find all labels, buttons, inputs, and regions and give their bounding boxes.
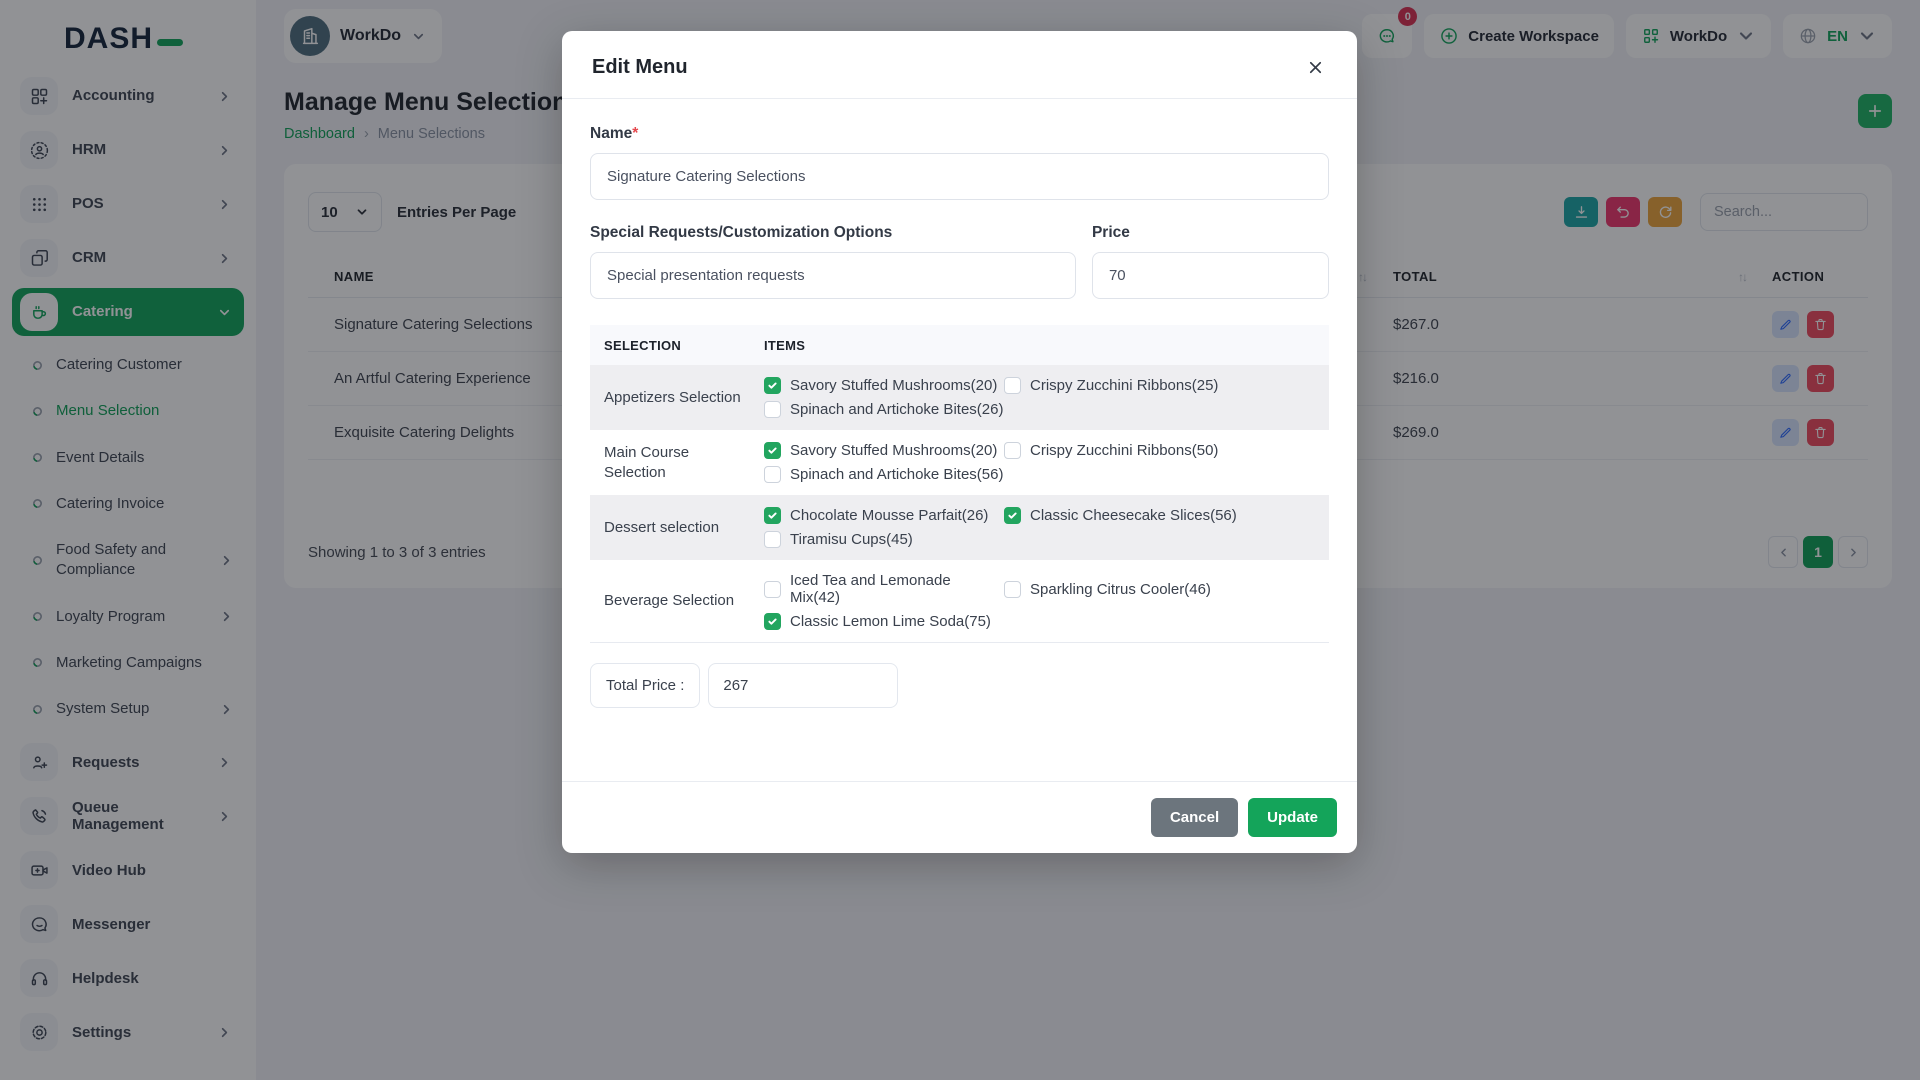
selection-table: SELECTION ITEMS Appetizers SelectionSavo… bbox=[590, 325, 1329, 643]
name-label-text: Name bbox=[590, 125, 632, 142]
menu-item-label: Spinach and Artichoke Bites(56) bbox=[790, 466, 1003, 483]
selection-name: Main Course Selection bbox=[604, 443, 764, 482]
update-button[interactable]: Update bbox=[1248, 798, 1337, 837]
selection-name: Appetizers Selection bbox=[604, 388, 764, 408]
required-asterisk: * bbox=[632, 125, 638, 142]
menu-item-option-crispy-zucchini-ribbons-25[interactable]: Crispy Zucchini Ribbons(25) bbox=[1004, 377, 1329, 394]
menu-item-option-sparkling-citrus-cooler-46[interactable]: Sparkling Citrus Cooler(46) bbox=[1004, 572, 1329, 606]
menu-item-label: Tiramisu Cups(45) bbox=[790, 531, 913, 548]
menu-item-checkbox[interactable] bbox=[764, 613, 781, 630]
menu-item-option-classic-cheesecake-slices-56[interactable]: Classic Cheesecake Slices(56) bbox=[1004, 507, 1329, 524]
menu-item-checkbox[interactable] bbox=[764, 466, 781, 483]
items-column-header: ITEMS bbox=[764, 338, 1329, 353]
selection-row-dessert-selection: Dessert selectionChocolate Mousse Parfai… bbox=[590, 495, 1329, 560]
special-requests-field[interactable] bbox=[590, 252, 1076, 299]
menu-item-label: Savory Stuffed Mushrooms(20) bbox=[790, 377, 997, 394]
menu-item-label: Sparkling Citrus Cooler(46) bbox=[1030, 581, 1211, 598]
selection-column-header: SELECTION bbox=[604, 338, 764, 353]
menu-item-checkbox[interactable] bbox=[764, 377, 781, 394]
menu-item-option-savory-stuffed-mushrooms-20[interactable]: Savory Stuffed Mushrooms(20) bbox=[764, 442, 1004, 459]
menu-item-option-iced-tea-and-lemonade-mix-42[interactable]: Iced Tea and Lemonade Mix(42) bbox=[764, 572, 1004, 606]
close-icon[interactable] bbox=[1304, 56, 1327, 79]
items-grid: Savory Stuffed Mushrooms(20) Crispy Zucch… bbox=[764, 442, 1329, 483]
selection-row-beverage-selection: Beverage SelectionIced Tea and Lemonade … bbox=[590, 560, 1329, 642]
menu-item-checkbox[interactable] bbox=[764, 531, 781, 548]
items-grid: Savory Stuffed Mushrooms(20) Crispy Zucch… bbox=[764, 377, 1329, 418]
menu-item-option-spinach-and-artichoke-bites-56[interactable]: Spinach and Artichoke Bites(56) bbox=[764, 466, 1004, 483]
menu-item-option-tiramisu-cups-45[interactable]: Tiramisu Cups(45) bbox=[764, 531, 1004, 548]
menu-item-option-crispy-zucchini-ribbons-50[interactable]: Crispy Zucchini Ribbons(50) bbox=[1004, 442, 1329, 459]
menu-item-label: Spinach and Artichoke Bites(26) bbox=[790, 401, 1003, 418]
total-price-field[interactable] bbox=[708, 663, 898, 708]
menu-item-label: Classic Cheesecake Slices(56) bbox=[1030, 507, 1237, 524]
selection-row-main-course-selection: Main Course SelectionSavory Stuffed Mush… bbox=[590, 430, 1329, 495]
menu-item-checkbox[interactable] bbox=[1004, 507, 1021, 524]
menu-item-label: Crispy Zucchini Ribbons(25) bbox=[1030, 377, 1218, 394]
selection-row-appetizers-selection: Appetizers SelectionSavory Stuffed Mushr… bbox=[590, 365, 1329, 430]
selection-name: Beverage Selection bbox=[604, 591, 764, 611]
menu-item-checkbox[interactable] bbox=[764, 507, 781, 524]
menu-item-checkbox[interactable] bbox=[764, 401, 781, 418]
name-field[interactable] bbox=[590, 153, 1329, 200]
menu-item-checkbox[interactable] bbox=[1004, 442, 1021, 459]
menu-item-label: Iced Tea and Lemonade Mix(42) bbox=[790, 572, 1004, 606]
name-label: Name* bbox=[590, 125, 1329, 143]
menu-item-option-savory-stuffed-mushrooms-20[interactable]: Savory Stuffed Mushrooms(20) bbox=[764, 377, 1004, 394]
modal-title: Edit Menu bbox=[592, 56, 688, 79]
edit-menu-modal: Edit Menu Name* Special Requests/Customi… bbox=[562, 31, 1357, 853]
menu-item-option-chocolate-mousse-parfait-26[interactable]: Chocolate Mousse Parfait(26) bbox=[764, 507, 1004, 524]
items-grid: Iced Tea and Lemonade Mix(42) Sparkling C… bbox=[764, 572, 1329, 630]
price-label: Price bbox=[1092, 224, 1329, 242]
menu-item-option-spinach-and-artichoke-bites-26[interactable]: Spinach and Artichoke Bites(26) bbox=[764, 401, 1004, 418]
menu-item-label: Crispy Zucchini Ribbons(50) bbox=[1030, 442, 1218, 459]
menu-item-checkbox[interactable] bbox=[1004, 581, 1021, 598]
selection-name: Dessert selection bbox=[604, 518, 764, 538]
price-field[interactable] bbox=[1092, 252, 1329, 299]
menu-item-checkbox[interactable] bbox=[764, 581, 781, 598]
menu-item-label: Savory Stuffed Mushrooms(20) bbox=[790, 442, 997, 459]
menu-item-label: Classic Lemon Lime Soda(75) bbox=[790, 613, 991, 630]
menu-item-option-classic-lemon-lime-soda-75[interactable]: Classic Lemon Lime Soda(75) bbox=[764, 613, 1004, 630]
total-price-label: Total Price : bbox=[590, 663, 700, 708]
items-grid: Chocolate Mousse Parfait(26) Classic Chee… bbox=[764, 507, 1329, 548]
menu-item-checkbox[interactable] bbox=[764, 442, 781, 459]
menu-item-checkbox[interactable] bbox=[1004, 377, 1021, 394]
menu-item-label: Chocolate Mousse Parfait(26) bbox=[790, 507, 988, 524]
special-requests-label: Special Requests/Customization Options bbox=[590, 224, 1076, 242]
cancel-button[interactable]: Cancel bbox=[1151, 798, 1238, 837]
